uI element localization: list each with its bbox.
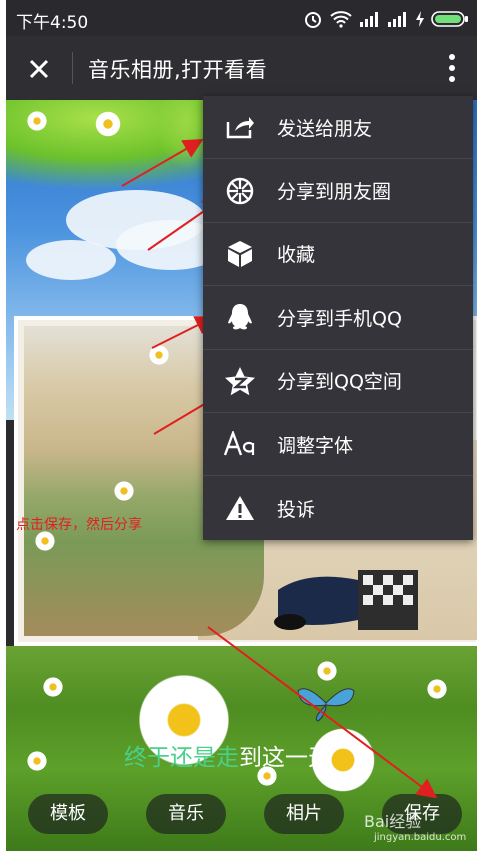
menu-item-send-to-friend[interactable]: 发送给朋友 bbox=[203, 96, 473, 160]
annotation-arrow bbox=[121, 139, 204, 187]
share-menu: 发送给朋友 分享到朋友圈 收藏 分享到手机QQ 分享到QQ空间 调整字体 投诉 bbox=[203, 96, 473, 540]
menu-item-favorite[interactable]: 收藏 bbox=[203, 223, 473, 287]
moments-aperture-icon bbox=[223, 174, 257, 208]
warning-icon bbox=[223, 491, 257, 525]
menu-item-adjust-font[interactable]: 调整字体 bbox=[203, 413, 473, 477]
share-forward-icon bbox=[223, 110, 257, 144]
font-aa-icon bbox=[223, 427, 257, 461]
qq-penguin-icon bbox=[223, 300, 257, 334]
menu-item-label: 分享到朋友圈 bbox=[277, 181, 392, 204]
phone-screen: 下午4:50 音乐相册,打开看看 终于还是走到这一天 点击保存，然后分享 模板 … bbox=[6, 0, 477, 851]
favorite-cube-icon bbox=[223, 237, 257, 271]
menu-item-report[interactable]: 投诉 bbox=[203, 476, 473, 539]
menu-item-share-qq[interactable]: 分享到手机QQ bbox=[203, 286, 473, 350]
qzone-star-icon bbox=[223, 364, 257, 398]
menu-item-label: 分享到手机QQ bbox=[277, 307, 402, 330]
annotation-arrow bbox=[207, 626, 438, 799]
menu-item-label: 分享到QQ空间 bbox=[277, 371, 402, 394]
menu-item-label: 调整字体 bbox=[277, 434, 354, 457]
menu-item-label: 收藏 bbox=[277, 244, 316, 267]
menu-item-label: 发送给朋友 bbox=[277, 117, 373, 140]
menu-item-share-qzone[interactable]: 分享到QQ空间 bbox=[203, 350, 473, 413]
menu-item-label: 投诉 bbox=[277, 498, 316, 521]
menu-item-share-moments[interactable]: 分享到朋友圈 bbox=[203, 159, 473, 223]
